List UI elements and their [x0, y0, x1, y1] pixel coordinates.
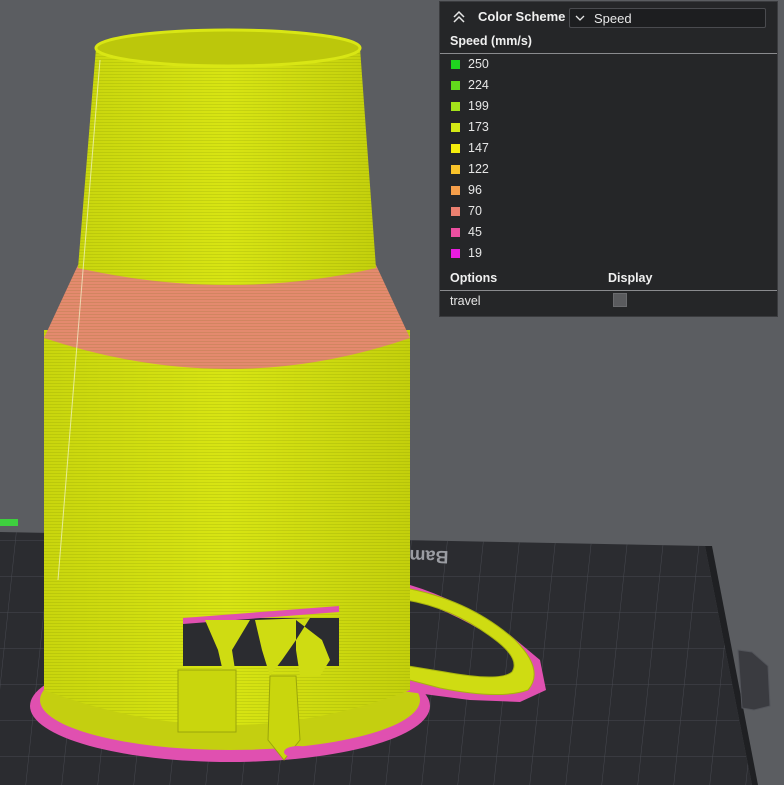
legend-item: 45: [440, 222, 777, 243]
legend-value: 173: [468, 120, 489, 134]
color-swatch: [451, 207, 460, 216]
axis-indicator: [0, 519, 18, 526]
legend-value: 224: [468, 78, 489, 92]
color-scheme-select[interactable]: Speed: [569, 8, 766, 28]
display-header: Display: [608, 271, 653, 285]
speed-legend-list: 250 224 199 173 147 122 96 70 45 19: [440, 54, 777, 264]
legend-item: 96: [440, 180, 777, 201]
color-swatch: [451, 228, 460, 237]
color-swatch: [451, 186, 460, 195]
legend-item: 199: [440, 96, 777, 117]
options-header: Options: [450, 271, 498, 285]
speed-header: Speed (mm/s): [450, 34, 532, 48]
options-divider: [440, 290, 777, 291]
color-scheme-legend-panel: Color Scheme Speed Speed (mm/s) 250 224 …: [439, 1, 778, 317]
travel-option-label: travel: [450, 294, 481, 308]
travel-display-checkbox[interactable]: [613, 293, 627, 307]
color-swatch: [451, 60, 460, 69]
legend-value: 250: [468, 57, 489, 71]
color-swatch: [451, 123, 460, 132]
color-swatch: [451, 81, 460, 90]
legend-item: 147: [440, 138, 777, 159]
color-scheme-row: Color Scheme Speed: [440, 2, 777, 34]
collapse-up-icon[interactable]: [451, 9, 467, 25]
color-swatch: [451, 165, 460, 174]
legend-item: 70: [440, 201, 777, 222]
color-scheme-label: Color Scheme: [478, 9, 566, 24]
legend-value: 70: [468, 204, 482, 218]
chevron-down-icon: [574, 11, 586, 25]
color-swatch: [451, 144, 460, 153]
legend-value: 19: [468, 246, 482, 260]
legend-item: 122: [440, 159, 777, 180]
legend-item: 19: [440, 243, 777, 264]
color-swatch: [451, 102, 460, 111]
legend-item: 250: [440, 54, 777, 75]
legend-item: 224: [440, 75, 777, 96]
legend-value: 199: [468, 99, 489, 113]
legend-value: 122: [468, 162, 489, 176]
legend-value: 147: [468, 141, 489, 155]
legend-value: 45: [468, 225, 482, 239]
legend-item: 173: [440, 117, 777, 138]
color-scheme-value: Speed: [594, 11, 632, 26]
color-swatch: [451, 249, 460, 258]
legend-value: 96: [468, 183, 482, 197]
